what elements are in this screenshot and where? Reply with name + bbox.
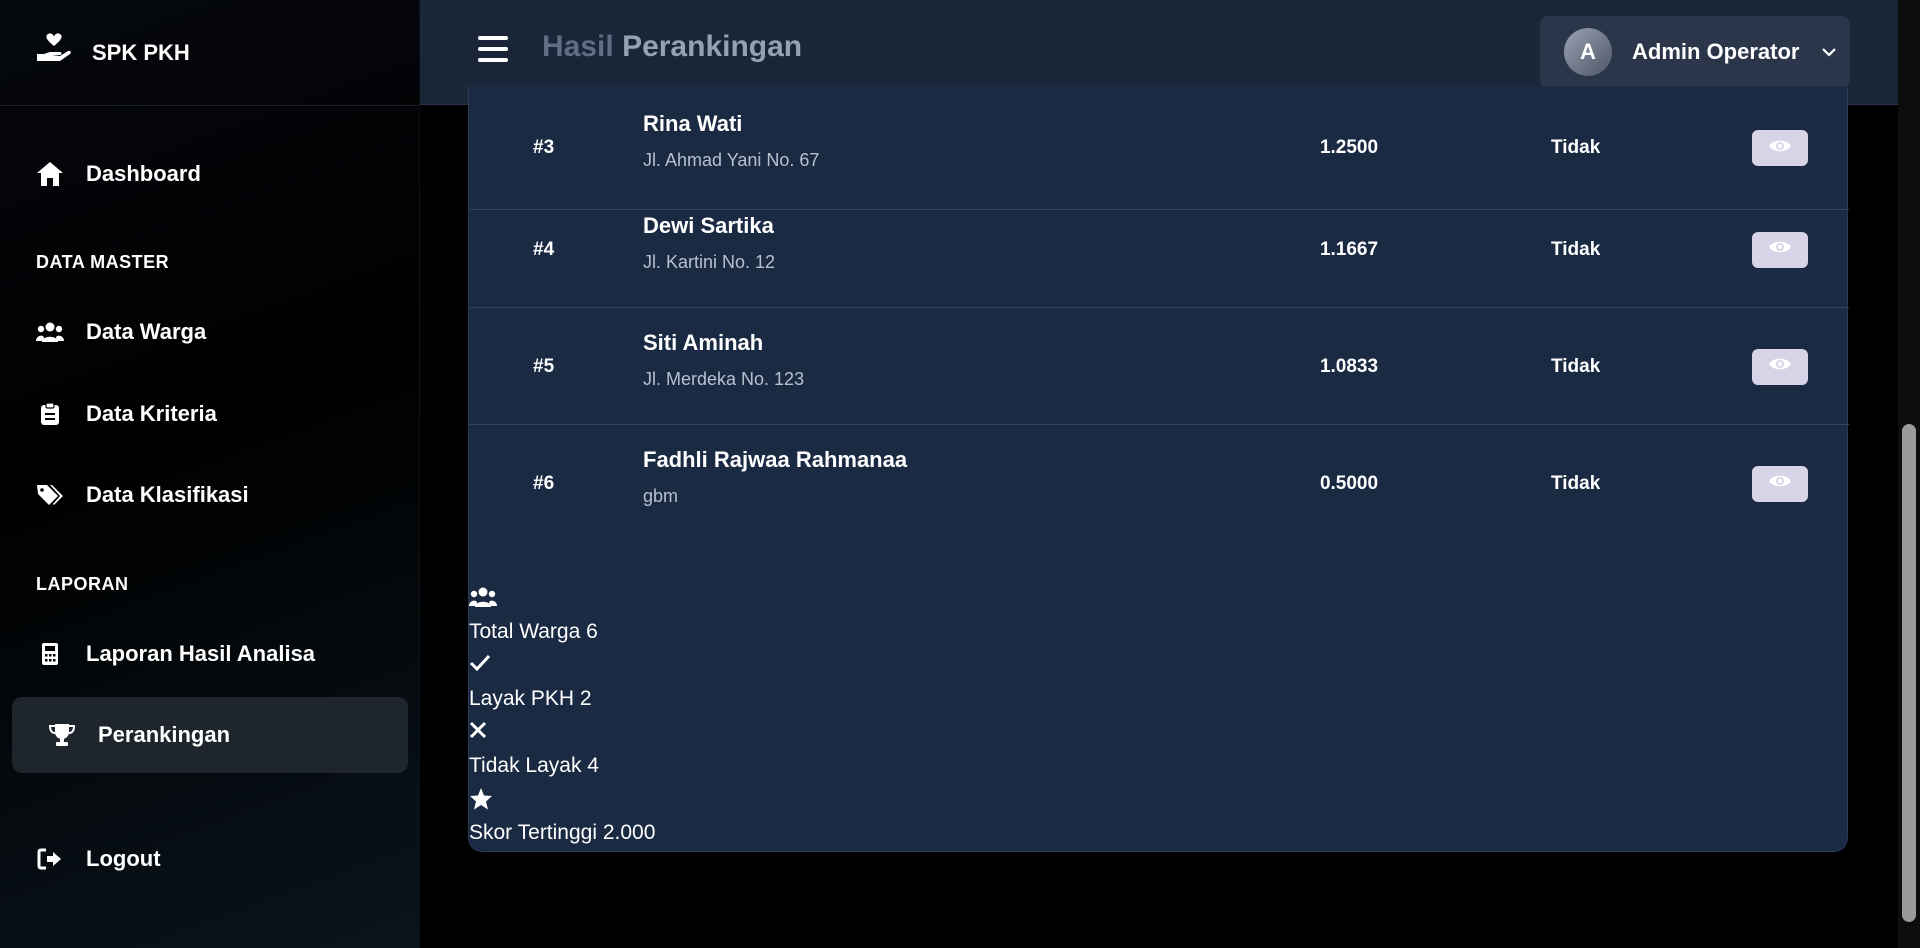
users-icon: [36, 318, 64, 346]
sidebar-item-data-kriteria[interactable]: Data Kriteria: [12, 376, 408, 452]
warga-name: Rina Wati: [643, 111, 743, 136]
sidebar-item-label: Data Kriteria: [86, 401, 217, 426]
view-detail-button[interactable]: [1752, 231, 1808, 268]
view-detail-button[interactable]: [1752, 130, 1808, 166]
stat-total-warga: Total Warga 6: [469, 586, 869, 644]
section-title-laporan: LAPORAN: [36, 574, 129, 594]
menu-toggle-icon[interactable]: [478, 36, 508, 64]
table-row: #5 Siti Aminah Jl. Merdeka No. 123 1.0833 Ti…: [469, 308, 1849, 425]
sidebar-item-data-warga[interactable]: Data Warga: [12, 294, 408, 370]
close-icon: [469, 720, 499, 746]
sidebar-item-label: Laporan Hasil Analisa: [86, 641, 316, 666]
sidebar-item-label: Perankingan: [98, 722, 231, 747]
clipboard-icon: [36, 400, 64, 428]
score-value: 0.5000: [1319, 472, 1379, 494]
warga-address: Jl. Merdeka No. 123: [643, 368, 805, 389]
rank-number: #3: [533, 137, 555, 158]
logout-icon: [36, 845, 64, 873]
warga-name: Dewi Sartika: [643, 212, 774, 238]
status-badge: Tidak: [1551, 238, 1601, 260]
view-detail-button[interactable]: [1752, 348, 1808, 385]
page-title: Hasil Perankingan: [542, 30, 802, 64]
stat-tidak-layak: Tidak Layak 4: [469, 720, 869, 778]
eye-icon: [1768, 239, 1792, 260]
sidebar-item-label: Data Klasifikasi: [86, 482, 249, 507]
stat-label: Total Warga 6: [469, 620, 598, 643]
brand-name: SPK PKH: [92, 39, 190, 65]
user-menu[interactable]: A Admin Operator: [1540, 16, 1850, 88]
status-badge: Tidak: [1551, 355, 1601, 377]
rank-number: #5: [533, 355, 555, 377]
sidebar-item-logout[interactable]: Logout: [12, 821, 408, 897]
view-detail-button[interactable]: [1752, 465, 1808, 502]
warga-address: Jl. Ahmad Yani No. 67: [643, 150, 820, 170]
section-title-data-master: DATA MASTER: [36, 252, 170, 272]
chevron-down-icon: [1821, 44, 1837, 60]
rank-number: #4: [533, 238, 555, 260]
warga-address: Jl. Kartini No. 12: [643, 251, 776, 272]
sidebar-item-perankingan[interactable]: Perankingan: [12, 697, 408, 773]
scrollbar-thumb[interactable]: [1902, 424, 1916, 922]
sidebar-item-label: Logout: [86, 846, 161, 871]
calculator-icon: [36, 640, 64, 668]
trophy-icon: [48, 721, 76, 749]
warga-name: Fadhli Rajwaa Rahmanaa: [643, 446, 908, 472]
warga-address: gbm: [643, 485, 679, 506]
check-icon: [469, 653, 499, 679]
avatar: A: [1564, 28, 1612, 76]
score-value: 1.0833: [1319, 355, 1379, 377]
stat-layak-pkh: Layak PKH 2: [469, 653, 869, 711]
eye-icon: [1768, 356, 1792, 377]
users-icon: [469, 586, 499, 612]
hand-heart-icon: [34, 30, 74, 75]
status-badge: Tidak: [1551, 137, 1601, 158]
score-value: 1.1667: [1319, 238, 1379, 260]
sidebar-item-label: Dashboard: [86, 161, 201, 186]
status-badge: Tidak: [1551, 472, 1601, 494]
stat-label: Skor Tertinggi 2.000: [469, 821, 656, 844]
stat-label: Layak PKH 2: [469, 687, 592, 710]
eye-icon: [1768, 138, 1792, 159]
sidebar-item-data-klasifikasi[interactable]: Data Klasifikasi: [12, 457, 408, 533]
sidebar-item-laporan-hasil-analisa[interactable]: Laporan Hasil Analisa: [12, 616, 408, 692]
score-value: 1.2500: [1319, 137, 1379, 158]
eye-icon: [1768, 473, 1792, 494]
sidebar-item-dashboard[interactable]: Dashboard: [12, 136, 408, 212]
brand[interactable]: SPK PKH: [0, 0, 419, 106]
sidebar-item-label: Data Warga: [86, 319, 207, 344]
stat-label: Tidak Layak 4: [469, 754, 599, 777]
star-icon: [469, 787, 499, 813]
rank-number: #6: [533, 472, 555, 494]
page-title-part1: Hasil: [542, 30, 614, 63]
stat-skor-tertinggi: Skor Tertinggi 2.000: [469, 787, 869, 845]
table-row: #4 Dewi Sartika Jl. Kartini No. 12 1.1667 Ti…: [469, 191, 1849, 308]
table-row: #6 Fadhli Rajwaa Rahmanaa gbm 0.5000 Tidak: [469, 425, 1849, 542]
sidebar: SPK PKH Dashboard DATA MASTER Data Warga…: [0, 0, 420, 948]
ranking-card: #3 Rina Wati Jl. Ahmad Yani No. 67 1.2500 Ti…: [468, 86, 1849, 852]
user-name: Admin Operator: [1632, 39, 1800, 64]
warga-name: Siti Aminah: [643, 329, 764, 355]
page-title-part2: Perankingan: [622, 30, 803, 63]
home-icon: [36, 160, 64, 188]
tags-icon: [36, 481, 64, 509]
